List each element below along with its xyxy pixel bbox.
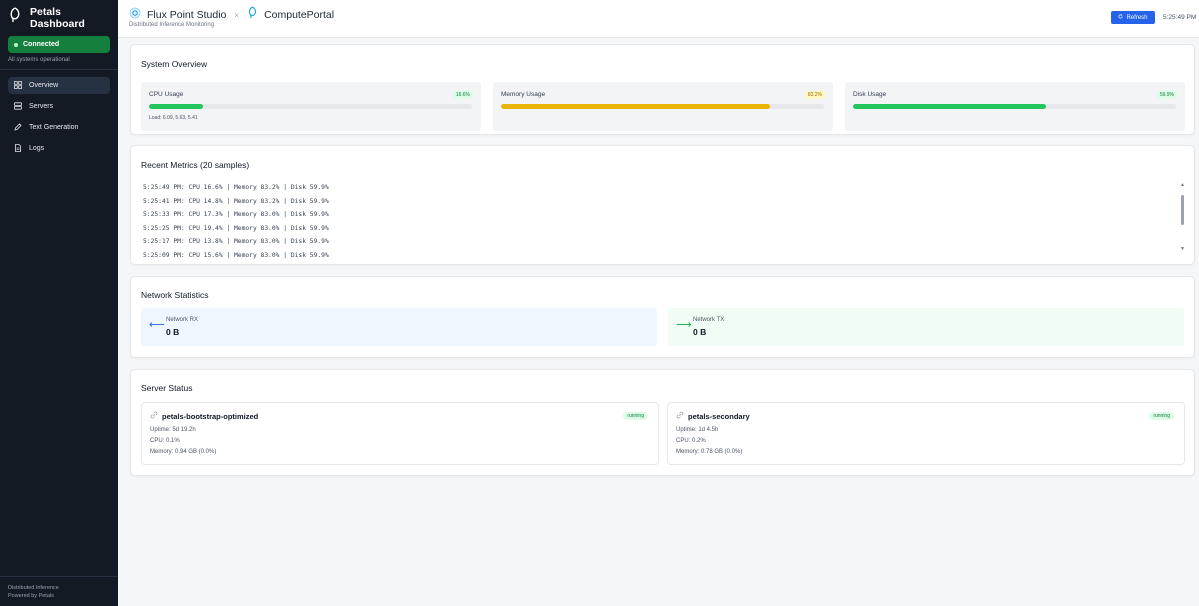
server-status-card: Server Status petals-bootstrap-optimized…	[130, 369, 1195, 476]
title-separator: ×	[234, 10, 240, 20]
disk-usage-badge: 59.9%	[1156, 91, 1177, 99]
log-line: 5:25:25 PM: CPU 19.4% | Memory 83.0% | D…	[143, 224, 329, 232]
connection-status: Connected All systems operational	[0, 30, 118, 70]
server-name-label: petals-secondary	[688, 411, 750, 421]
disk-progress-fill	[853, 104, 1047, 109]
scroll-up-icon[interactable]: ▲	[1180, 182, 1185, 188]
footer-line-1: Distributed Inference	[8, 585, 59, 592]
system-overview-card: System Overview CPU Usage 16.6% Load: 6.…	[130, 44, 1195, 135]
cpu-usage-badge: 16.6%	[452, 91, 473, 99]
petals-logo-icon	[247, 6, 258, 24]
server-card[interactable]: petals-secondary running Uptime: 1d 4.5h…	[667, 402, 1185, 465]
sidebar-item-label: Logs	[29, 145, 45, 152]
sidebar: Petals Dashboard Connected All systems o…	[0, 0, 118, 606]
header-subtitle: Distributed Inference Monitoring	[129, 22, 215, 28]
disk-progress-track	[853, 104, 1176, 109]
disk-usage-label: Disk Usage	[853, 91, 887, 98]
current-time: 5:25:49 PM	[1163, 14, 1197, 21]
cpu-progress-track	[149, 104, 472, 109]
arrow-left-icon: ⟵	[149, 319, 165, 331]
server-uptime: Uptime: 5d 19.2h	[150, 427, 196, 433]
log-line: 5:25:49 PM: CPU 16.6% | Memory 83.2% | D…	[143, 184, 329, 191]
section-title: Recent Metrics (20 samples)	[141, 160, 250, 170]
network-tx-panel: ⟶ Network TX 0 B	[668, 308, 1184, 346]
server-icon	[14, 101, 22, 112]
cpu-usage-panel: CPU Usage 16.6% Load: 6.09, 5.63, 5.41	[141, 82, 481, 131]
petals-logo-icon	[8, 7, 22, 28]
server-memory: Memory: 0.78 GB (0.0%)	[676, 449, 743, 455]
scroll-thumb[interactable]	[1181, 195, 1184, 225]
sidebar-item-label: Overview	[29, 82, 59, 89]
memory-usage-label: Memory Usage	[501, 91, 546, 98]
brand-title: Petals Dashboard	[30, 5, 85, 30]
sidebar-item-logs[interactable]: Logs	[8, 140, 110, 157]
sidebar-item-label: Servers	[29, 103, 54, 110]
server-card[interactable]: petals-bootstrap-optimized running Uptim…	[141, 402, 659, 465]
server-uptime: Uptime: 1d 4.5h	[676, 427, 719, 433]
arrow-right-icon: ⟶	[676, 319, 692, 331]
log-line: 5:25:41 PM: CPU 14.8% | Memory 83.2% | D…	[143, 197, 329, 205]
log-line: 5:25:17 PM: CPU 13.8% | Memory 83.0% | D…	[143, 238, 329, 245]
server-name-label: petals-bootstrap-optimized	[162, 411, 259, 421]
link-icon	[676, 411, 684, 421]
section-title: System Overview	[141, 59, 208, 69]
server-cpu: CPU: 0.1%	[150, 438, 180, 444]
disk-usage-panel: Disk Usage 59.9%	[845, 82, 1185, 131]
document-icon	[14, 143, 22, 154]
sidebar-item-label: Text Generation	[29, 124, 79, 131]
metrics-scrollbar[interactable]: ▲ ▼	[1180, 182, 1185, 252]
brand[interactable]: Petals Dashboard	[0, 0, 118, 30]
footer-line-2: Powered by Petals	[8, 592, 54, 599]
network-tx-label: Network TX	[693, 317, 725, 323]
sidebar-footer: Distributed Inference Powered by Petals	[0, 576, 118, 606]
sidebar-item-servers[interactable]: Servers	[8, 98, 110, 115]
refresh-label: Refresh	[1126, 14, 1148, 21]
grid-icon	[14, 80, 22, 91]
sidebar-item-text-generation[interactable]: Text Generation	[8, 119, 110, 136]
status-dot-icon	[14, 42, 18, 47]
network-tx-value: 0 B	[693, 327, 707, 337]
network-statistics-card: Network Statistics ⟵ Network RX 0 B ⟶ Ne…	[130, 276, 1195, 358]
header: Flux Point Studio × ComputePortal Distri…	[118, 0, 1199, 38]
memory-progress-fill	[501, 104, 770, 109]
server-memory: Memory: 0.94 GB (0.0%)	[150, 449, 217, 455]
refresh-button[interactable]: Refresh	[1111, 11, 1155, 24]
main-content: System Overview CPU Usage 16.6% Load: 6.…	[118, 38, 1199, 606]
scroll-down-icon[interactable]: ▼	[1180, 246, 1185, 252]
sidebar-item-overview[interactable]: Overview	[8, 77, 110, 94]
section-title: Server Status	[141, 383, 193, 393]
memory-usage-panel: Memory Usage 83.2%	[493, 82, 833, 131]
connected-label: Connected	[23, 41, 60, 48]
metrics-log: 5:25:49 PM: CPU 16.6% | Memory 83.2% | D…	[143, 181, 329, 262]
link-icon	[150, 411, 158, 421]
server-name: petals-bootstrap-optimized	[150, 411, 258, 421]
network-rx-label: Network RX	[166, 317, 199, 323]
cpu-load-average: Load: 6.09, 5.63, 5.41	[149, 115, 198, 121]
server-cpu: CPU: 0.2%	[676, 438, 706, 444]
app-name: ComputePortal	[264, 9, 335, 21]
server-name: petals-secondary	[676, 411, 750, 421]
recent-metrics-card: Recent Metrics (20 samples) 5:25:49 PM: …	[130, 145, 1195, 265]
log-line: 5:25:09 PM: CPU 15.6% | Memory 83.0% | D…	[143, 251, 329, 259]
connected-badge: Connected	[8, 36, 110, 53]
status-badge: running	[623, 412, 648, 420]
memory-usage-badge: 83.2%	[804, 91, 825, 99]
cpu-usage-label: CPU Usage	[149, 91, 184, 98]
org-name: Flux Point Studio	[147, 9, 227, 21]
network-rx-value: 0 B	[166, 327, 180, 337]
cpu-progress-fill	[149, 104, 203, 109]
connection-subtext: All systems operational	[8, 57, 70, 63]
network-rx-panel: ⟵ Network RX 0 B	[141, 308, 657, 346]
memory-progress-track	[501, 104, 824, 109]
sidebar-nav: Overview Servers Text Generation Logs	[0, 70, 118, 164]
refresh-icon	[1118, 14, 1123, 21]
status-badge: running	[1149, 412, 1174, 420]
section-title: Network Statistics	[141, 290, 209, 300]
pen-icon	[14, 122, 22, 133]
log-line: 5:25:33 PM: CPU 17.3% | Memory 83.0% | D…	[143, 211, 329, 218]
